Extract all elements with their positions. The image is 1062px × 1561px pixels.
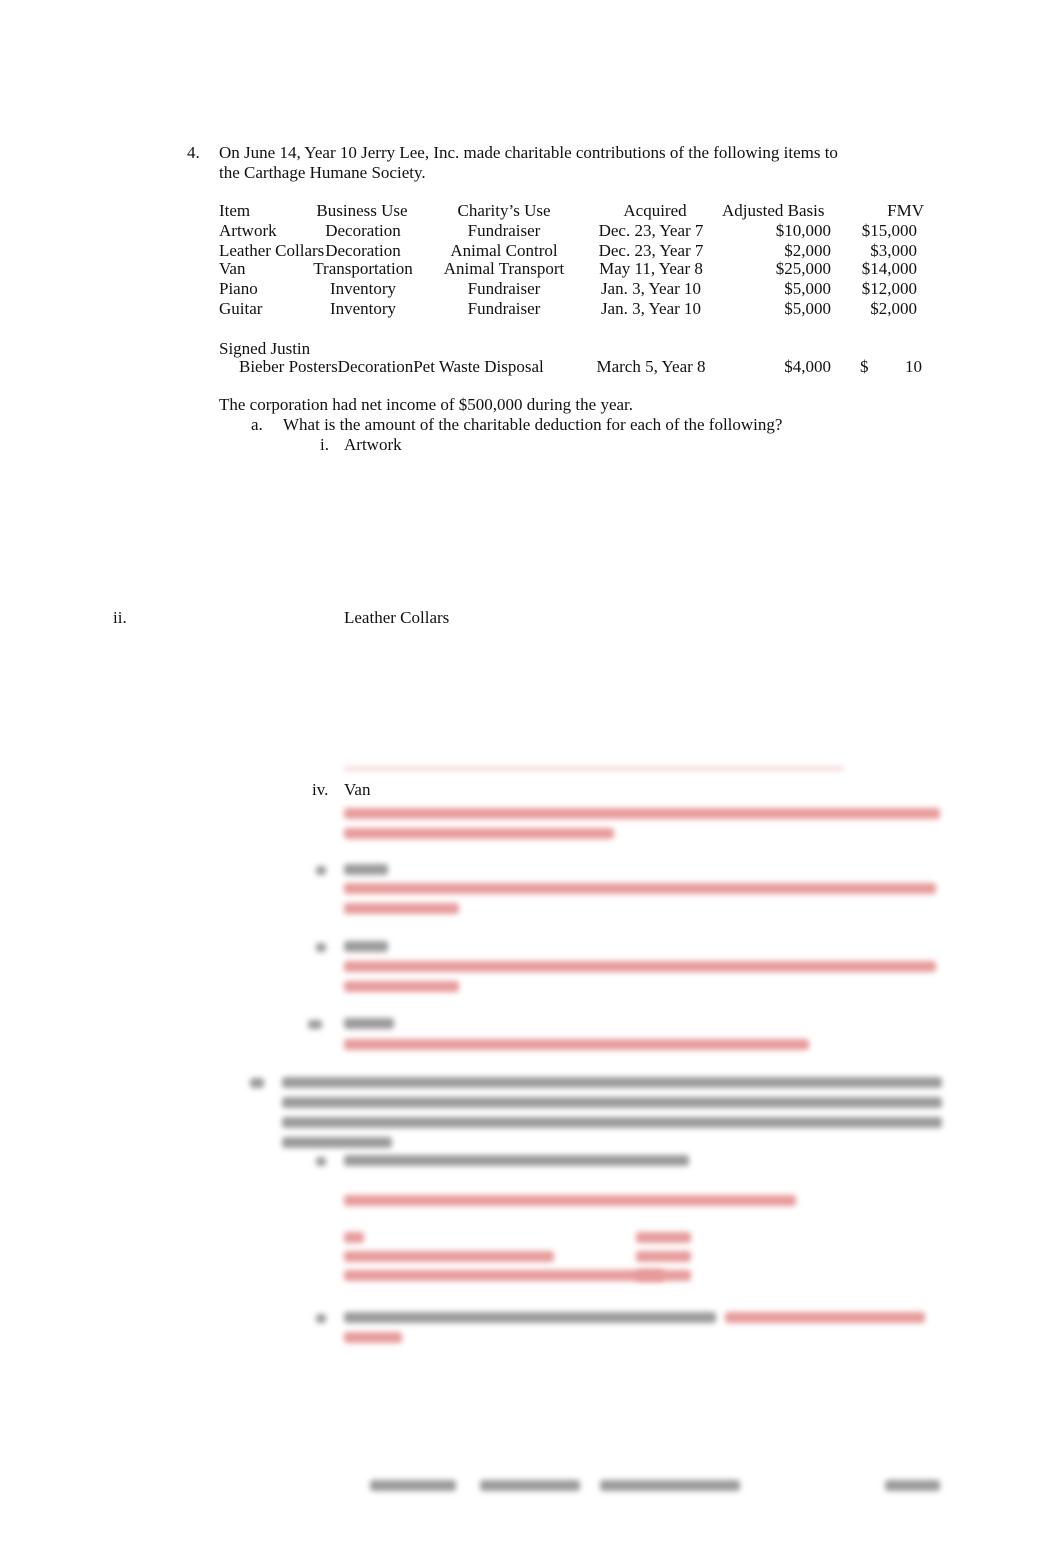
cell-fmv: $14,000 (861, 259, 917, 278)
blurred-text-block (344, 941, 388, 952)
header-adjusted-basis: Adjusted Basis (722, 201, 825, 220)
cell-charity-use: Fundraiser (467, 279, 541, 298)
cell-fmv: $2,000 (870, 299, 917, 318)
item-iv-number: iv. (312, 780, 329, 799)
blurred-text-block (480, 1480, 580, 1491)
blurred-text-block (316, 1314, 326, 1323)
cell-acquired: Dec. 23, Year 7 (598, 221, 704, 240)
header-item: Item (219, 201, 251, 220)
blurred-text-block (344, 1232, 364, 1243)
blurred-text-block (344, 1018, 394, 1029)
item-i-label: Artwork (344, 435, 402, 454)
cell-fmv: $3,000 (870, 241, 917, 260)
blurred-text-block (316, 1157, 326, 1166)
blurred-text-block (725, 1312, 925, 1323)
posters-fmv-symbol: $ (860, 357, 869, 376)
cell-acquired: Dec. 23, Year 7 (598, 241, 704, 260)
cell-charity-use: Fundraiser (467, 221, 541, 240)
cell-charity-use: Animal Transport (443, 259, 565, 278)
blurred-text-block (344, 981, 459, 992)
item-ii-label: Leather Collars (344, 608, 450, 627)
blurred-text-block (344, 1155, 689, 1166)
cell-business-use: Decoration (325, 241, 401, 260)
posters-fmv-value: 10 (905, 357, 922, 376)
question-intro-line2: the Carthage Humane Society. (219, 163, 426, 182)
blurred-text-block (344, 1195, 796, 1206)
cell-fmv: $12,000 (861, 279, 917, 298)
blurred-text-block (344, 828, 614, 839)
cell-item: Artwork (219, 221, 277, 240)
cell-acquired: Jan. 3, Year 10 (600, 279, 702, 298)
header-charity-use: Charity’s Use (457, 201, 551, 220)
cell-business-use: Inventory (329, 279, 397, 298)
blurred-text-block (344, 1270, 664, 1281)
blurred-text-block (316, 866, 326, 875)
cell-charity-use: Animal Control (450, 241, 558, 260)
blurred-text-block (344, 961, 936, 972)
cell-charity-use: Fundraiser (467, 299, 541, 318)
blurred-text-block (636, 1251, 691, 1262)
part-a-label: a. (251, 415, 263, 434)
posters-line1: Signed Justin (219, 339, 311, 358)
blurred-text-block (250, 1078, 264, 1088)
part-a-text: What is the amount of the charitable ded… (283, 415, 783, 434)
blurred-text-block (636, 1232, 691, 1243)
blurred-text-block (636, 1270, 691, 1281)
blurred-text-block (344, 808, 940, 819)
blurred-text-block (282, 1077, 942, 1088)
header-acquired: Acquired (623, 201, 687, 220)
blurred-text-block (344, 1251, 554, 1262)
blurred-text-block (344, 1039, 809, 1050)
item-i-number: i. (320, 435, 329, 454)
cell-adjusted-basis: $5,000 (784, 279, 831, 298)
cell-item: Piano (219, 279, 258, 298)
cell-business-use: Decoration (325, 221, 401, 240)
header-business-use: Business Use (316, 201, 408, 220)
blurred-text-block (282, 1137, 392, 1148)
cell-adjusted-basis: $10,000 (775, 221, 831, 240)
cell-item: Van (219, 259, 246, 278)
net-income-text: The corporation had net income of $500,0… (219, 395, 634, 414)
blurred-text-block (282, 1117, 942, 1128)
cell-item: Leather Collars (219, 241, 325, 260)
cell-adjusted-basis: $2,000 (784, 241, 831, 260)
blurred-text-block (600, 1480, 740, 1491)
blurred-text-block (316, 943, 326, 952)
blurred-text-block (344, 864, 388, 875)
cell-business-use: Inventory (329, 299, 397, 318)
item-ii-number: ii. (113, 608, 127, 627)
cell-business-use: Transportation (313, 259, 413, 278)
cell-acquired: May 11, Year 8 (599, 259, 703, 278)
blurred-text-block (344, 903, 459, 914)
blurred-text-block (344, 883, 936, 894)
blurred-text-block (308, 1020, 322, 1029)
item-iv-label: Van (344, 780, 371, 799)
posters-basis: $4,000 (784, 357, 831, 376)
blurred-text-block (282, 1097, 942, 1108)
blurred-text-block (344, 1312, 716, 1323)
posters-acquired: March 5, Year 8 (596, 357, 706, 376)
header-fmv: FMV (887, 201, 924, 220)
blurred-text-block (344, 767, 844, 770)
question-intro-line1: On June 14, Year 10 Jerry Lee, Inc. made… (219, 143, 838, 162)
cell-adjusted-basis: $5,000 (784, 299, 831, 318)
question-number: 4. (187, 143, 200, 162)
posters-line2: Bieber PostersDecorationPet Waste Dispos… (239, 357, 544, 376)
blurred-text-block (885, 1480, 940, 1491)
blurred-text-block (370, 1480, 456, 1491)
cell-item: Guitar (219, 299, 263, 318)
cell-fmv: $15,000 (861, 221, 917, 240)
blurred-text-block (344, 1332, 402, 1343)
cell-acquired: Jan. 3, Year 10 (600, 299, 702, 318)
cell-adjusted-basis: $25,000 (775, 259, 831, 278)
